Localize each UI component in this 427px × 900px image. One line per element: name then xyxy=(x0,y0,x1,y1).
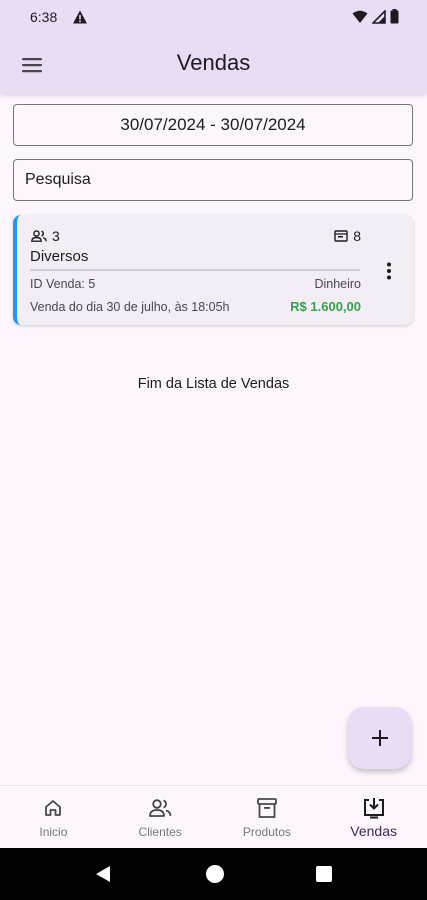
sale-amount: R$ 1.600,00 xyxy=(290,299,361,314)
nav-item-clientes[interactable]: Clientes xyxy=(107,786,214,849)
nav-label-vendas: Vendas xyxy=(350,823,397,839)
package-icon xyxy=(334,230,348,242)
card-divider xyxy=(30,269,360,271)
alert-icon xyxy=(73,10,87,24)
sale-name: Diversos xyxy=(30,248,89,265)
nav-label-produtos: Produtos xyxy=(242,825,291,839)
nav-item-inicio[interactable]: Inicio xyxy=(0,786,107,849)
sale-id: ID Venda: 5 xyxy=(30,277,96,291)
status-bar: 6:38 xyxy=(0,0,427,36)
signal-icon xyxy=(372,9,386,24)
system-navigation-bar xyxy=(0,848,427,900)
clients-count-value: 3 xyxy=(52,228,60,244)
search-input[interactable] xyxy=(13,159,413,201)
status-indicators xyxy=(352,9,399,24)
sale-date: Venda do dia 30 de julho, às 18:05h xyxy=(30,300,230,314)
status-time: 6:38 xyxy=(30,9,58,25)
plus-icon xyxy=(371,730,388,746)
more-options-button[interactable] xyxy=(379,259,399,283)
home-button-icon[interactable] xyxy=(206,865,224,883)
app-bar: Vendas xyxy=(0,36,427,94)
nav-label-clientes: Clientes xyxy=(138,825,182,839)
items-count: 8 xyxy=(334,228,361,244)
clients-icon xyxy=(148,796,172,820)
people-icon xyxy=(31,230,47,242)
products-icon xyxy=(255,796,279,820)
wifi-icon xyxy=(352,10,368,23)
nav-item-produtos[interactable]: Produtos xyxy=(214,786,321,849)
more-vert-icon xyxy=(387,262,391,280)
recents-icon[interactable] xyxy=(316,866,332,882)
add-sale-button[interactable] xyxy=(348,707,411,769)
nav-label-inicio: Inicio xyxy=(39,825,68,839)
back-icon[interactable] xyxy=(95,865,111,883)
date-range-selector[interactable]: 30/07/2024 - 30/07/2024 xyxy=(13,104,413,146)
nav-item-vendas[interactable]: Vendas xyxy=(320,786,427,849)
battery-icon xyxy=(390,9,399,24)
payment-method: Dinheiro xyxy=(314,277,361,291)
bottom-navigation: Inicio Clientes Produtos Vendas xyxy=(0,785,427,849)
page-title: Vendas xyxy=(176,50,251,75)
items-count-value: 8 xyxy=(353,228,361,244)
home-icon xyxy=(41,796,65,820)
list-end-label: Fim da Lista de Vendas xyxy=(137,376,290,392)
clients-count: 3 xyxy=(31,228,60,244)
sales-icon xyxy=(362,796,386,820)
sale-card[interactable]: 3 8 Diversos ID Venda: 5 Dinheiro Venda … xyxy=(13,215,413,325)
